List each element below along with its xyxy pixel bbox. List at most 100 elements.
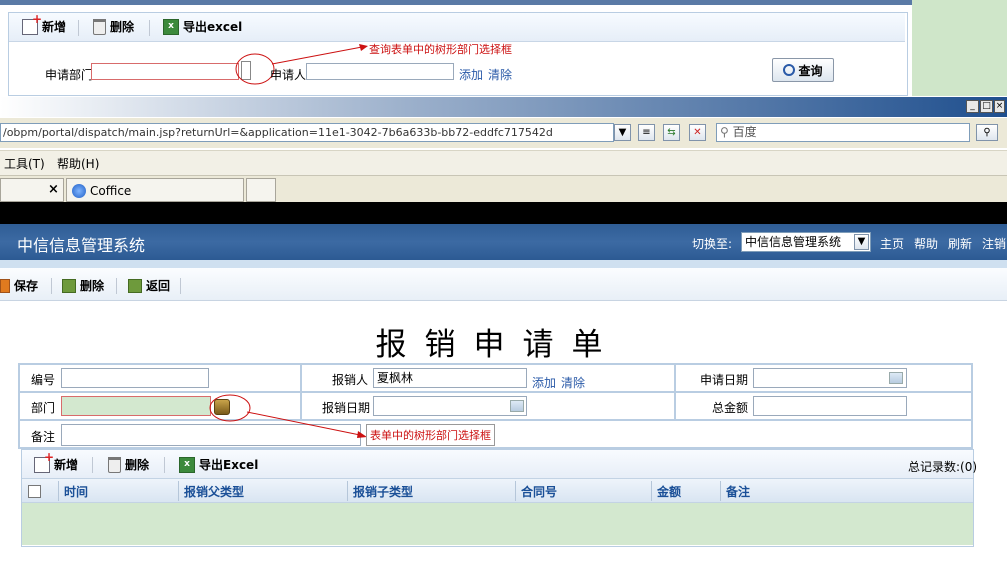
- dept-form-input[interactable]: [61, 396, 211, 416]
- search-icon: ⚲: [720, 125, 729, 139]
- remark-label: 备注: [31, 430, 56, 444]
- total-label: 总金额: [712, 401, 749, 415]
- system-select-value: 中信信息管理系统: [745, 235, 842, 249]
- tab-close-icon[interactable]: ×: [48, 182, 59, 197]
- column-separator: [651, 481, 652, 501]
- back-button[interactable]: 返回: [128, 277, 170, 294]
- back-icon: [128, 278, 142, 293]
- query-button[interactable]: 查询: [772, 58, 834, 82]
- apply-date-input[interactable]: [753, 368, 907, 388]
- col-time[interactable]: 时间: [64, 483, 88, 500]
- top-annotation-text: 查询表单中的树形部门选择框: [369, 43, 512, 56]
- add-reimburser-link[interactable]: 添加: [532, 374, 556, 391]
- back-label: 返回: [146, 279, 171, 293]
- grid-delete-button[interactable]: 删除: [108, 456, 149, 473]
- apply-date-label: 申请日期: [700, 373, 749, 387]
- form-title: 报销申请单: [375, 327, 621, 363]
- form-annotation-text: 表单中的树形部门选择框: [366, 424, 495, 446]
- dept-search-input[interactable]: [91, 63, 239, 80]
- col-sub-type[interactable]: 报销子类型: [353, 483, 413, 500]
- compat-view-icon[interactable]: ≡: [638, 124, 655, 141]
- address-dropdown-icon[interactable]: ▼: [614, 124, 631, 141]
- col-remark[interactable]: 备注: [726, 483, 750, 500]
- top-toolbar: [9, 13, 905, 42]
- search-icon: [783, 64, 796, 76]
- top-panel-header-bar: [0, 0, 912, 5]
- top-export-button[interactable]: x 导出excel: [163, 18, 242, 35]
- col-contract-no[interactable]: 合同号: [521, 483, 557, 500]
- delete-icon: [62, 278, 76, 293]
- nav-logout[interactable]: 注销: [982, 235, 1006, 252]
- menu-tools[interactable]: 工具(T): [4, 155, 45, 172]
- col-parent-type[interactable]: 报销父类型: [184, 483, 244, 500]
- browser-search-input[interactable]: ⚲ 百度: [716, 123, 970, 142]
- clear-applicant-link[interactable]: 清除: [488, 66, 512, 83]
- dept-form-label: 部门: [31, 401, 56, 415]
- maximize-button[interactable]: □: [980, 100, 993, 113]
- toolbar-separator: [78, 20, 79, 36]
- nav-refresh[interactable]: 刷新: [948, 235, 972, 252]
- reimburser-label: 报销人: [332, 373, 369, 387]
- select-all-checkbox[interactable]: [28, 485, 41, 498]
- grid-new-button[interactable]: 新增: [34, 450, 78, 473]
- refresh-icon[interactable]: ⇆: [663, 124, 680, 141]
- column-separator: [58, 481, 59, 501]
- reimburse-date-input[interactable]: [373, 396, 527, 416]
- stop-icon[interactable]: ✕: [689, 124, 706, 141]
- form-row-divider: [18, 391, 973, 393]
- new-doc-icon: [22, 12, 42, 35]
- reimburser-input[interactable]: 夏枫林: [373, 368, 527, 388]
- toolbar-separator: [180, 278, 181, 294]
- search-placeholder: 百度: [732, 125, 757, 139]
- tab-coffice-label: Coffice: [90, 184, 132, 198]
- top-new-label: 新增: [42, 20, 67, 34]
- switch-label: 切换至:: [692, 237, 733, 251]
- trash-icon: [93, 18, 106, 35]
- menu-help[interactable]: 帮助(H): [57, 155, 99, 172]
- app-title: 中信信息管理系统: [17, 236, 146, 255]
- window-title-bar: [0, 97, 1007, 117]
- record-count: 总记录数:(0): [908, 460, 978, 474]
- nav-help[interactable]: 帮助: [914, 235, 938, 252]
- column-separator: [720, 481, 721, 501]
- save-button[interactable]: 保存: [0, 277, 38, 294]
- delete-button[interactable]: 删除: [62, 277, 104, 294]
- add-applicant-link[interactable]: 添加: [459, 66, 483, 83]
- number-input[interactable]: [61, 368, 209, 388]
- grid-delete-label: 删除: [125, 458, 150, 472]
- applicant-label: 申请人: [270, 68, 307, 82]
- system-select[interactable]: 中信信息管理系统: [741, 232, 871, 252]
- save-label: 保存: [14, 279, 39, 293]
- save-icon: [0, 278, 10, 293]
- annotation-arrow-top: [271, 44, 368, 65]
- nav-home[interactable]: 主页: [880, 235, 904, 252]
- minimize-button[interactable]: _: [966, 100, 979, 113]
- calendar-icon[interactable]: [889, 372, 903, 384]
- delete-label: 删除: [80, 279, 105, 293]
- total-input[interactable]: [753, 396, 907, 416]
- close-window-button[interactable]: ×: [994, 100, 1005, 113]
- excel-icon: x: [163, 18, 179, 35]
- toolbar-separator: [164, 457, 165, 473]
- query-label: 查询: [798, 63, 823, 78]
- address-bar[interactable]: /obpm/portal/dispatch/main.jsp?returnUrl…: [0, 123, 614, 142]
- toolbar-separator: [116, 278, 117, 294]
- calendar-icon[interactable]: [510, 400, 524, 412]
- header-strip: [0, 260, 1007, 268]
- clear-reimburser-link[interactable]: 清除: [561, 374, 585, 391]
- top-export-label: 导出excel: [183, 20, 243, 34]
- grid-export-button[interactable]: x 导出Excel: [179, 456, 258, 473]
- column-separator: [178, 481, 179, 501]
- toolbar-separator: [149, 20, 150, 36]
- col-amount[interactable]: 金额: [657, 483, 681, 500]
- search-go-icon[interactable]: ⚲: [976, 124, 998, 141]
- ie-icon: [72, 184, 86, 198]
- annotation-arrow-form: [246, 411, 367, 438]
- grid-header: [22, 478, 973, 503]
- top-delete-button[interactable]: 删除: [93, 18, 134, 35]
- excel-icon: x: [179, 456, 195, 473]
- grid-body: [22, 503, 973, 545]
- chevron-down-icon[interactable]: ▼: [854, 234, 869, 250]
- new-tab-button[interactable]: [246, 178, 276, 202]
- top-new-button[interactable]: 新增: [22, 12, 67, 35]
